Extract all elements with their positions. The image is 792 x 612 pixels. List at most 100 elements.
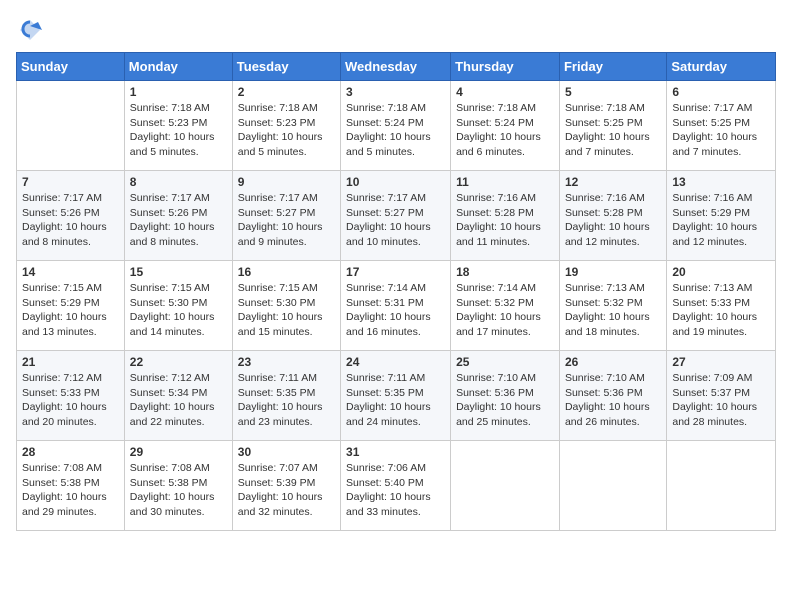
day-info: Sunrise: 7:15 AM Sunset: 5:30 PM Dayligh… bbox=[238, 281, 335, 340]
day-number: 10 bbox=[346, 175, 445, 189]
day-number: 14 bbox=[22, 265, 119, 279]
header-day-thursday: Thursday bbox=[451, 53, 560, 81]
logo-icon bbox=[16, 16, 44, 44]
day-info: Sunrise: 7:12 AM Sunset: 5:34 PM Dayligh… bbox=[130, 371, 227, 430]
day-number: 20 bbox=[672, 265, 770, 279]
header-day-monday: Monday bbox=[124, 53, 232, 81]
day-info: Sunrise: 7:17 AM Sunset: 5:25 PM Dayligh… bbox=[672, 101, 770, 160]
header-day-tuesday: Tuesday bbox=[232, 53, 340, 81]
calendar-week-3: 14Sunrise: 7:15 AM Sunset: 5:29 PM Dayli… bbox=[17, 261, 776, 351]
day-info: Sunrise: 7:07 AM Sunset: 5:39 PM Dayligh… bbox=[238, 461, 335, 520]
calendar-cell: 1 Sunrise: 7:18 AM Sunset: 5:23 PM Daylig… bbox=[124, 81, 232, 171]
calendar-cell: 4Sunrise: 7:18 AM Sunset: 5:24 PM Daylig… bbox=[451, 81, 560, 171]
calendar-cell: 9Sunrise: 7:17 AM Sunset: 5:27 PM Daylig… bbox=[232, 171, 340, 261]
calendar-cell: 15 Sunrise: 7:15 AM Sunset: 5:30 PM Dayli… bbox=[124, 261, 232, 351]
calendar-cell: 13 Sunrise: 7:16 AM Sunset: 5:29 PM Dayli… bbox=[667, 171, 776, 261]
day-number: 18 bbox=[456, 265, 554, 279]
calendar-week-4: 21 Sunrise: 7:12 AM Sunset: 5:33 PM Dayli… bbox=[17, 351, 776, 441]
day-info: Sunrise: 7:14 AM Sunset: 5:32 PM Dayligh… bbox=[456, 281, 554, 340]
calendar-cell: 26 Sunrise: 7:10 AM Sunset: 5:36 PM Dayli… bbox=[559, 351, 666, 441]
day-info: Sunrise: 7:10 AM Sunset: 5:36 PM Dayligh… bbox=[456, 371, 554, 430]
day-number: 7 bbox=[22, 175, 119, 189]
calendar-cell: 14Sunrise: 7:15 AM Sunset: 5:29 PM Dayli… bbox=[17, 261, 125, 351]
day-number: 8 bbox=[130, 175, 227, 189]
calendar-cell: 23 Sunrise: 7:11 AM Sunset: 5:35 PM Dayli… bbox=[232, 351, 340, 441]
calendar-cell: 25 Sunrise: 7:10 AM Sunset: 5:36 PM Dayli… bbox=[451, 351, 560, 441]
day-info: Sunrise: 7:17 AM Sunset: 5:26 PM Dayligh… bbox=[22, 191, 119, 250]
calendar-week-2: 7 Sunrise: 7:17 AM Sunset: 5:26 PM Daylig… bbox=[17, 171, 776, 261]
day-number: 16 bbox=[238, 265, 335, 279]
calendar-cell: 21 Sunrise: 7:12 AM Sunset: 5:33 PM Dayli… bbox=[17, 351, 125, 441]
calendar-cell: 11 Sunrise: 7:16 AM Sunset: 5:28 PM Dayli… bbox=[451, 171, 560, 261]
day-info: Sunrise: 7:14 AM Sunset: 5:31 PM Dayligh… bbox=[346, 281, 445, 340]
header-day-saturday: Saturday bbox=[667, 53, 776, 81]
day-info: Sunrise: 7:18 AM Sunset: 5:23 PM Dayligh… bbox=[238, 101, 335, 160]
day-number: 24 bbox=[346, 355, 445, 369]
day-info: Sunrise: 7:08 AM Sunset: 5:38 PM Dayligh… bbox=[130, 461, 227, 520]
day-number: 3 bbox=[346, 85, 445, 99]
day-info: Sunrise: 7:18 AM Sunset: 5:24 PM Dayligh… bbox=[456, 101, 554, 160]
calendar-body: 1 Sunrise: 7:18 AM Sunset: 5:23 PM Daylig… bbox=[17, 81, 776, 531]
day-number: 29 bbox=[130, 445, 227, 459]
day-info: Sunrise: 7:16 AM Sunset: 5:28 PM Dayligh… bbox=[565, 191, 661, 250]
calendar-cell: 28 Sunrise: 7:08 AM Sunset: 5:38 PM Dayli… bbox=[17, 441, 125, 531]
day-number: 22 bbox=[130, 355, 227, 369]
day-info: Sunrise: 7:16 AM Sunset: 5:29 PM Dayligh… bbox=[672, 191, 770, 250]
day-info: Sunrise: 7:13 AM Sunset: 5:33 PM Dayligh… bbox=[672, 281, 770, 340]
calendar-week-5: 28 Sunrise: 7:08 AM Sunset: 5:38 PM Dayli… bbox=[17, 441, 776, 531]
calendar-cell: 18 Sunrise: 7:14 AM Sunset: 5:32 PM Dayli… bbox=[451, 261, 560, 351]
day-number: 25 bbox=[456, 355, 554, 369]
day-number: 26 bbox=[565, 355, 661, 369]
calendar-cell: 30 Sunrise: 7:07 AM Sunset: 5:39 PM Dayli… bbox=[232, 441, 340, 531]
day-number: 15 bbox=[130, 265, 227, 279]
day-info: Sunrise: 7:08 AM Sunset: 5:38 PM Dayligh… bbox=[22, 461, 119, 520]
calendar-cell bbox=[667, 441, 776, 531]
header-day-friday: Friday bbox=[559, 53, 666, 81]
page-header bbox=[16, 16, 776, 44]
calendar-cell: 20 Sunrise: 7:13 AM Sunset: 5:33 PM Dayli… bbox=[667, 261, 776, 351]
calendar-cell: 7 Sunrise: 7:17 AM Sunset: 5:26 PM Daylig… bbox=[17, 171, 125, 261]
calendar-cell: 22 Sunrise: 7:12 AM Sunset: 5:34 PM Dayli… bbox=[124, 351, 232, 441]
calendar-cell bbox=[451, 441, 560, 531]
calendar-cell bbox=[17, 81, 125, 171]
day-number: 27 bbox=[672, 355, 770, 369]
day-info: Sunrise: 7:17 AM Sunset: 5:26 PM Dayligh… bbox=[130, 191, 227, 250]
calendar-cell: 12 Sunrise: 7:16 AM Sunset: 5:28 PM Dayli… bbox=[559, 171, 666, 261]
day-number: 11 bbox=[456, 175, 554, 189]
day-number: 19 bbox=[565, 265, 661, 279]
calendar-cell: 17Sunrise: 7:14 AM Sunset: 5:31 PM Dayli… bbox=[341, 261, 451, 351]
day-number: 13 bbox=[672, 175, 770, 189]
day-info: Sunrise: 7:12 AM Sunset: 5:33 PM Dayligh… bbox=[22, 371, 119, 430]
day-info: Sunrise: 7:16 AM Sunset: 5:28 PM Dayligh… bbox=[456, 191, 554, 250]
day-info: Sunrise: 7:18 AM Sunset: 5:23 PM Dayligh… bbox=[130, 101, 227, 160]
day-number: 1 bbox=[130, 85, 227, 99]
calendar-table: SundayMondayTuesdayWednesdayThursdayFrid… bbox=[16, 52, 776, 531]
day-info: Sunrise: 7:09 AM Sunset: 5:37 PM Dayligh… bbox=[672, 371, 770, 430]
day-info: Sunrise: 7:18 AM Sunset: 5:24 PM Dayligh… bbox=[346, 101, 445, 160]
day-number: 28 bbox=[22, 445, 119, 459]
day-number: 5 bbox=[565, 85, 661, 99]
day-info: Sunrise: 7:06 AM Sunset: 5:40 PM Dayligh… bbox=[346, 461, 445, 520]
day-number: 30 bbox=[238, 445, 335, 459]
calendar-cell: 24 Sunrise: 7:11 AM Sunset: 5:35 PM Dayli… bbox=[341, 351, 451, 441]
header-day-wednesday: Wednesday bbox=[341, 53, 451, 81]
calendar-header: SundayMondayTuesdayWednesdayThursdayFrid… bbox=[17, 53, 776, 81]
day-info: Sunrise: 7:13 AM Sunset: 5:32 PM Dayligh… bbox=[565, 281, 661, 340]
day-info: Sunrise: 7:11 AM Sunset: 5:35 PM Dayligh… bbox=[238, 371, 335, 430]
calendar-cell: 2 Sunrise: 7:18 AM Sunset: 5:23 PM Daylig… bbox=[232, 81, 340, 171]
day-info: Sunrise: 7:11 AM Sunset: 5:35 PM Dayligh… bbox=[346, 371, 445, 430]
day-info: Sunrise: 7:10 AM Sunset: 5:36 PM Dayligh… bbox=[565, 371, 661, 430]
day-number: 21 bbox=[22, 355, 119, 369]
calendar-cell: 27 Sunrise: 7:09 AM Sunset: 5:37 PM Dayli… bbox=[667, 351, 776, 441]
header-day-sunday: Sunday bbox=[17, 53, 125, 81]
day-number: 2 bbox=[238, 85, 335, 99]
day-number: 23 bbox=[238, 355, 335, 369]
calendar-cell: 19 Sunrise: 7:13 AM Sunset: 5:32 PM Dayli… bbox=[559, 261, 666, 351]
calendar-cell: 31 Sunrise: 7:06 AM Sunset: 5:40 PM Dayli… bbox=[341, 441, 451, 531]
day-number: 12 bbox=[565, 175, 661, 189]
calendar-cell: 10Sunrise: 7:17 AM Sunset: 5:27 PM Dayli… bbox=[341, 171, 451, 261]
day-number: 9 bbox=[238, 175, 335, 189]
calendar-cell: 6Sunrise: 7:17 AM Sunset: 5:25 PM Daylig… bbox=[667, 81, 776, 171]
day-number: 31 bbox=[346, 445, 445, 459]
day-info: Sunrise: 7:15 AM Sunset: 5:30 PM Dayligh… bbox=[130, 281, 227, 340]
